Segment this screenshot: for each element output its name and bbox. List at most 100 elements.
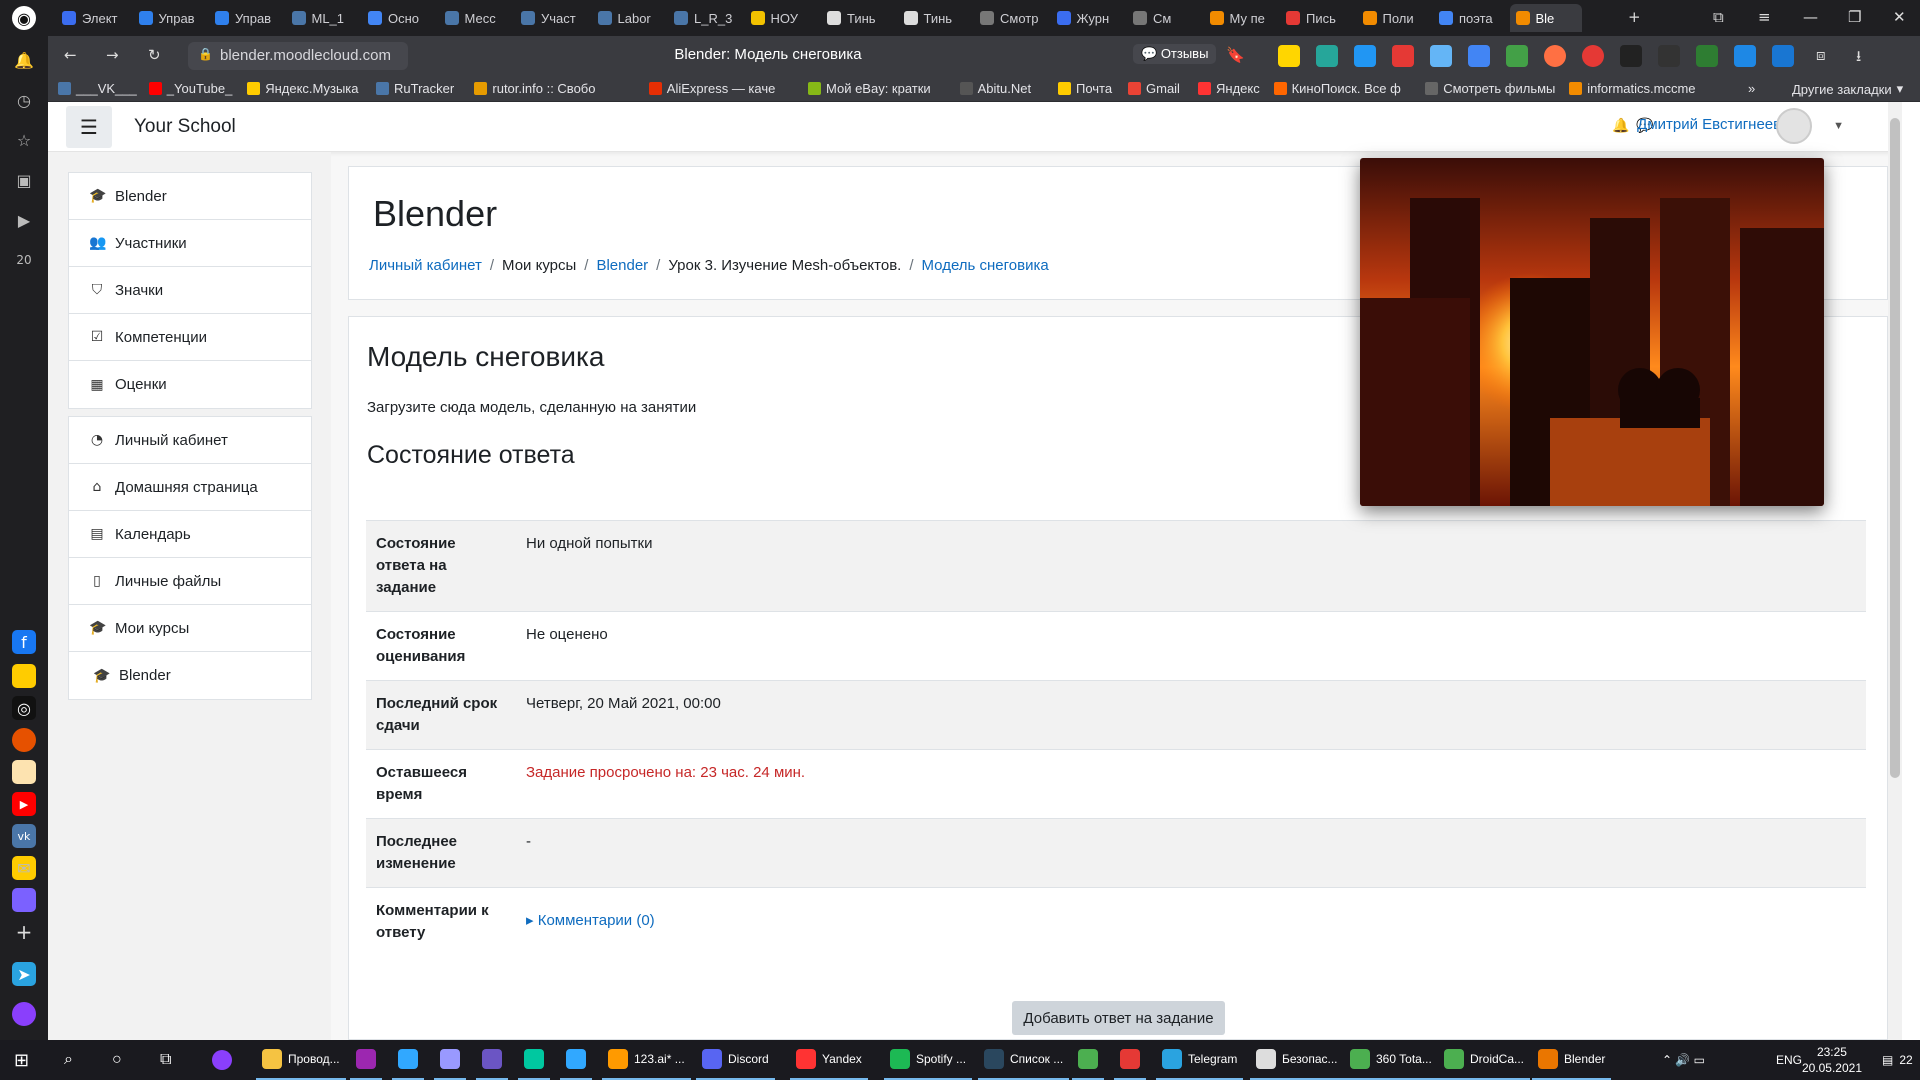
drawer-item[interactable]: 🎓 Мои курсы [69,605,311,652]
add-submission-button[interactable]: Добавить ответ на задание [1012,1001,1225,1035]
browser-tab[interactable]: НОУ [745,4,817,32]
translate-extension-icon[interactable] [1468,45,1490,67]
other-bookmarks[interactable]: Другие закладки ▾ [1792,81,1903,97]
counter-icon[interactable]: 20 [12,248,36,272]
yandex-menu-icon[interactable]: ◉ [12,6,36,30]
taskbar-app[interactable] [560,1040,592,1080]
bookmark-item[interactable]: _YouTube_ [148,81,232,96]
notification-center-icon[interactable]: ▤ 22 [1876,1040,1919,1080]
adblock-icon[interactable] [1582,45,1604,67]
market-icon[interactable] [12,664,36,688]
extension-icon[interactable] [1658,45,1680,67]
browser-tab[interactable]: Смотр [974,4,1046,32]
add-panel-icon[interactable]: + [12,920,36,944]
star-icon[interactable]: ☆ [12,128,36,152]
messenger-icon[interactable] [12,888,36,912]
extension-icon[interactable] [1620,45,1642,67]
bookmark-item[interactable]: Почта [1058,81,1112,96]
extension-icon[interactable] [1506,45,1528,67]
bookmark-item[interactable]: ___VK___ [58,81,137,96]
taskbar-app[interactable]: Провод... [256,1040,346,1080]
browser-tab[interactable]: Месс [439,4,511,32]
media-icon[interactable]: ▶ [12,208,36,232]
send-icon[interactable]: ➤ [12,962,36,986]
system-tray-icons[interactable]: ⌃ 🔊 ▭ [1656,1040,1711,1080]
drawer-toggle-button[interactable]: ☰ [66,106,112,148]
maximize-icon[interactable]: ❐ [1848,8,1861,26]
bookmark-item[interactable]: Abitu.Net [959,81,1031,96]
search-icon[interactable]: ⌕ [58,1040,79,1080]
drawer-item[interactable]: 👥 Участники [69,220,311,267]
taskbar-app[interactable]: 360 Tota... [1344,1040,1438,1080]
bookmark-item[interactable]: Gmail [1128,81,1180,96]
new-tab-icon[interactable]: + [1628,8,1641,26]
drawer-item[interactable]: ☑ Компетенции [69,314,311,361]
extension-icon[interactable] [1316,45,1338,67]
bookmark-item[interactable]: Смотреть фильмы [1425,81,1555,96]
youtube-icon[interactable]: ▶ [12,792,36,816]
forward-icon[interactable]: → [106,46,119,64]
bookmark-icon[interactable]: 🔖 [1226,46,1245,64]
back-icon[interactable]: ← [64,46,77,64]
bookmark-item[interactable]: Мой eBay: кратки [808,81,931,96]
windows-start-icon[interactable]: ⊞ [8,1040,35,1080]
comments-toggle[interactable]: ▸ Комментарии (0) [526,912,655,929]
downloads-icon[interactable]: ⭳ [1856,46,1861,71]
browser-tab[interactable]: Labor [592,4,664,32]
extension-icon[interactable] [1354,45,1376,67]
task-view-icon[interactable]: ⧉ [154,1040,177,1080]
drawer-item[interactable]: ▦ Оценки [69,361,311,408]
browser-tab[interactable]: Участ [515,4,587,32]
bookmark-item[interactable]: КиноПоиск. Все ф [1273,81,1401,96]
bookmark-item[interactable]: AliExpress — каче [648,81,775,96]
browser-tab[interactable]: Журн [1051,4,1123,32]
taskbar-app[interactable] [1072,1040,1104,1080]
extension-icon[interactable] [1734,45,1756,67]
page-scrollbar[interactable] [1888,102,1902,1040]
browser-tab[interactable]: Тинь [898,4,970,32]
extension-icon[interactable] [1278,45,1300,67]
reload-icon[interactable]: ↻ [148,46,161,64]
extension-icon[interactable] [1392,45,1414,67]
browser-tab[interactable]: Пись [1280,4,1352,32]
photo-icon[interactable] [12,760,36,784]
taskbar-app[interactable] [476,1040,508,1080]
extensions-icon[interactable]: ⧈ [1816,46,1826,64]
browser-tab[interactable]: Элект [56,4,128,32]
bookmark-item[interactable]: informatics.mccme [1569,81,1696,96]
extension-icon[interactable] [1544,45,1566,67]
menu-icon[interactable]: ≡ [1758,8,1771,26]
drawer-item[interactable]: ⛉ Значки [69,267,311,314]
extension-icon[interactable] [1430,45,1452,67]
taskbar-app[interactable]: Telegram [1156,1040,1244,1080]
browser-tab[interactable]: См [1127,4,1199,32]
drawer-item[interactable]: ⌂ Домашняя страница [69,464,311,511]
breadcrumb-item[interactable]: Модель снеговика [922,257,1049,274]
browser-tab[interactable]: Поли [1357,4,1429,32]
notifications-bell-icon[interactable]: 🔔 [1612,118,1629,134]
cortana-icon[interactable]: ○ [106,1040,128,1080]
facebook-icon[interactable]: f [12,630,36,654]
taskbar-app[interactable] [1114,1040,1146,1080]
scrollbar-thumb[interactable] [1890,118,1900,778]
alice-taskbar-icon[interactable] [206,1040,238,1080]
taskbar-app[interactable] [350,1040,382,1080]
taskbar-app[interactable]: Безопас... [1250,1040,1344,1080]
browser-tab[interactable]: Ble [1509,4,1582,32]
site-name[interactable]: Your School [134,116,236,138]
taskbar-app[interactable]: Yandex [790,1040,868,1080]
bell-icon[interactable]: 🔔 [12,48,36,72]
bookmark-item[interactable]: rutor.info :: Свобо [474,81,595,96]
browser-tab[interactable]: Осно [362,4,434,32]
breadcrumb-item[interactable]: Blender [596,257,648,274]
feedback-button[interactable]: 💬 Отзывы [1133,44,1217,64]
extension-icon[interactable] [1772,45,1794,67]
bookmark-item[interactable]: Яндекс [1198,81,1260,96]
avatar[interactable] [1776,108,1812,144]
bookmark-item[interactable]: RuTracker [376,81,454,96]
drawer-item[interactable]: 🎓 Blender [69,173,311,220]
taskbar-app[interactable] [518,1040,550,1080]
drawer-item[interactable]: ▯ Личные файлы [69,558,311,605]
taskbar-app[interactable]: Blender [1532,1040,1612,1080]
vk-icon[interactable]: vk [12,824,36,848]
